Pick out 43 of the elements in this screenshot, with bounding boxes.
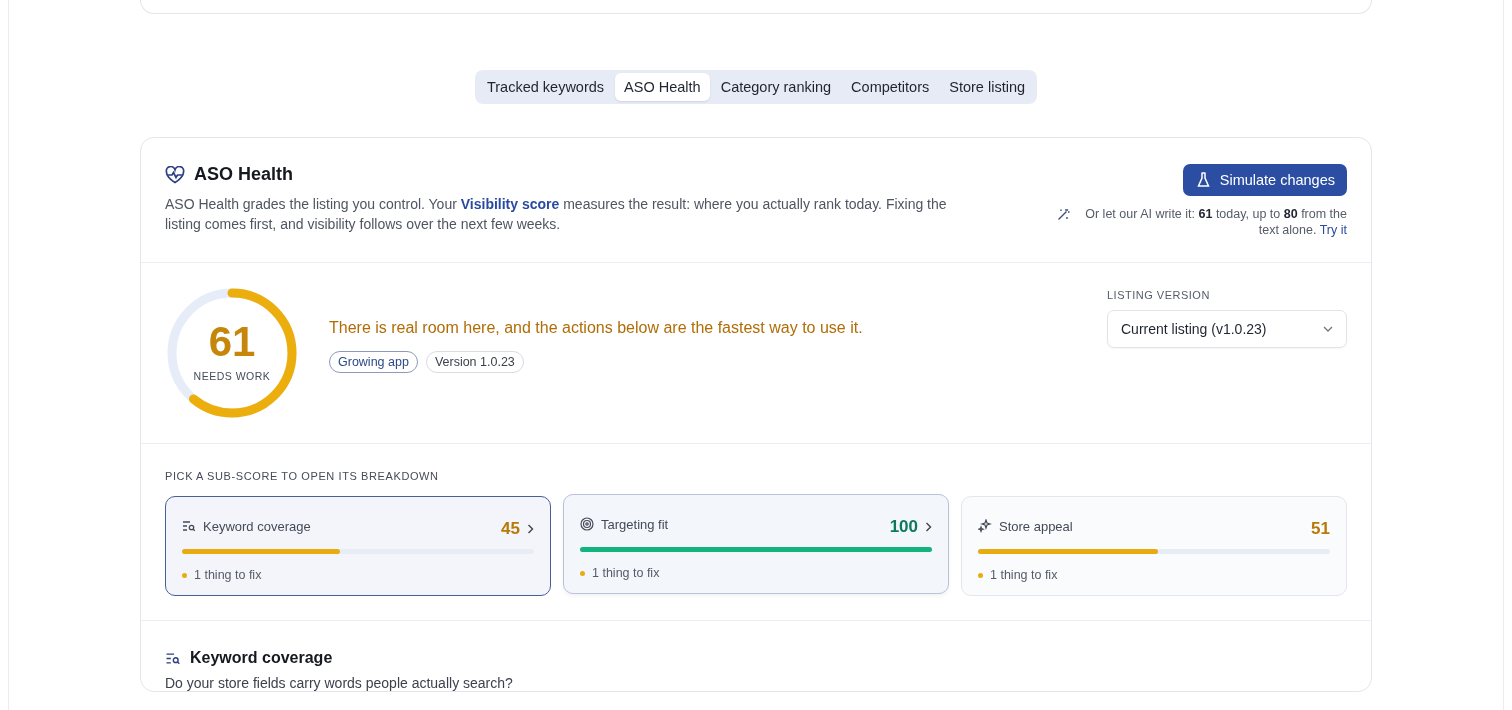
flask-icon — [1196, 172, 1210, 188]
tab[interactable]: Category ranking — [711, 73, 841, 101]
subscore-card[interactable]: Targeting fit 100 1 thing to fix — [563, 494, 949, 594]
status-dot-icon — [978, 572, 983, 578]
breakdown-title: Keyword coverage — [190, 649, 333, 667]
ai-suggestion-text: Or let our AI write it: 61 today, up to 80 from the text alone. Try it — [1084, 206, 1347, 238]
status-dot-icon — [580, 570, 585, 576]
description-text: ASO Health grades the listing you control. Your Visibility score measures the result: where you actually rank today. Fixing the listing comes first, and visibility follows over the next few weeks. — [165, 195, 948, 234]
score-value: 61 — [207, 318, 257, 366]
target-icon — [580, 517, 594, 531]
fix-count: 1 thing to fix — [990, 568, 1058, 582]
tab[interactable]: Store listing — [940, 73, 1035, 101]
magic-wand-icon — [1057, 208, 1070, 221]
status-dot-icon — [182, 572, 187, 578]
chevron-right-icon — [527, 524, 534, 534]
score-message: There is real room here, and the actions below are the fastest way to use it. — [329, 319, 864, 337]
simulate-changes-button[interactable]: Simulate changes — [1182, 164, 1347, 196]
subscore-name: Targeting fit — [601, 516, 670, 532]
subscore-name: Keyword coverage — [203, 518, 312, 534]
subscore-value: 45 — [501, 519, 520, 539]
section-title: ASO Health — [194, 164, 294, 185]
sparkles-icon — [978, 519, 992, 533]
field-label: LISTING VERSION — [1107, 289, 1211, 301]
fix-count: 1 thing to fix — [592, 566, 660, 580]
subscore-card[interactable]: Keyword coverage 45 1 thing to fix — [165, 496, 551, 596]
listing-version-dropdown[interactable]: Current listing (v1.0.23) — [1107, 310, 1347, 348]
subscore-card[interactable]: Store appeal 51 1 thing to fix — [961, 496, 1347, 596]
try-it-link[interactable]: Try it — [1319, 223, 1347, 237]
list-search-icon — [182, 520, 196, 532]
breakdown-question: Do your store fields carry words people actually search? — [165, 675, 514, 691]
list-search-icon — [165, 651, 181, 665]
subscore-value: 100 — [889, 517, 918, 537]
tab[interactable]: Competitors — [842, 73, 939, 101]
fix-count: 1 thing to fix — [194, 568, 262, 582]
subscore-value: 51 — [1311, 519, 1330, 539]
tab[interactable]: Tracked keywords — [477, 73, 614, 101]
heart-pulse-icon — [165, 165, 185, 184]
subscore-name: Store appeal — [999, 518, 1074, 534]
score-label: NEEDS WORK — [192, 370, 272, 382]
chevron-down-icon — [1323, 326, 1333, 332]
tab[interactable]: ASO Health — [615, 73, 710, 101]
chevron-right-icon — [925, 522, 932, 532]
section-heading: PICK A SUB-SCORE TO OPEN ITS BREAKDOWN — [165, 470, 440, 482]
